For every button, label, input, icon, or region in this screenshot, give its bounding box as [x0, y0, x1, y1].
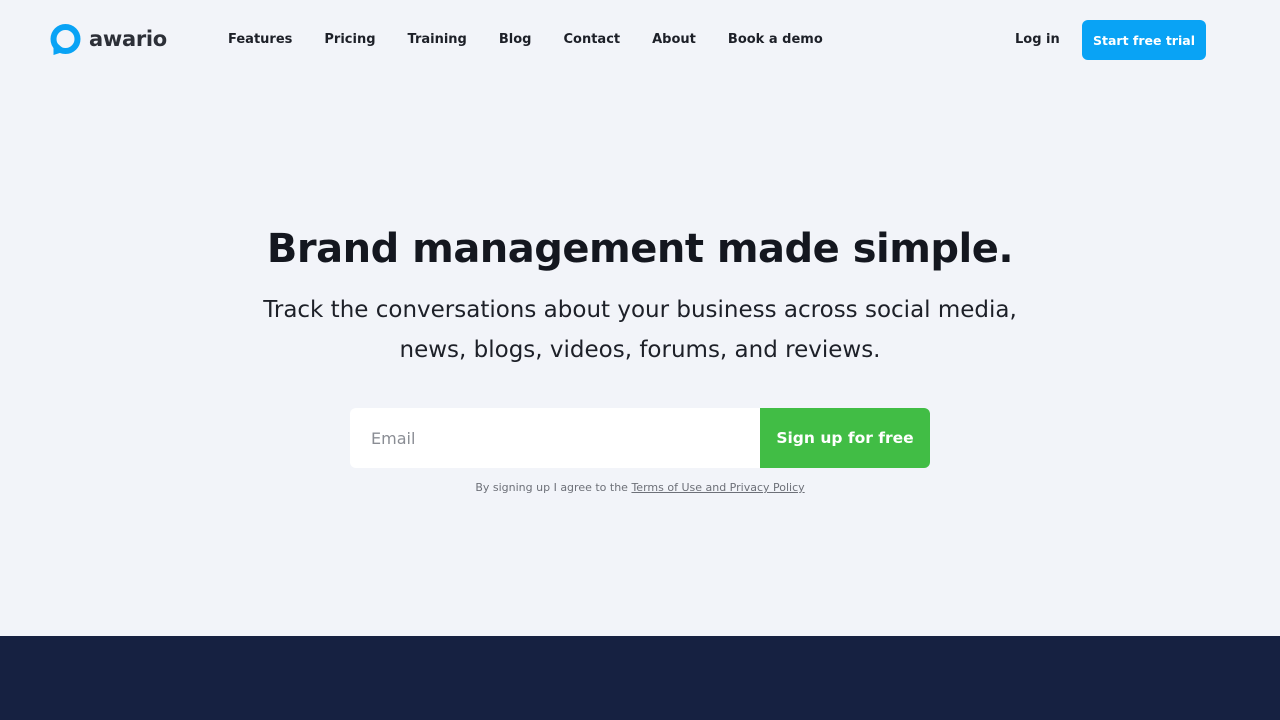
nav-about[interactable]: About: [652, 31, 696, 49]
email-input[interactable]: [350, 408, 760, 468]
logo-text: awario: [89, 26, 167, 51]
hero-subtitle: Track the conversations about your busin…: [240, 290, 1040, 370]
nav-features[interactable]: Features: [228, 31, 292, 49]
hero-subtitle-line-1: Track the conversations about your busin…: [263, 297, 1017, 323]
footer-band: [0, 636, 1280, 720]
nav-pricing[interactable]: Pricing: [324, 31, 375, 49]
hero-title: Brand management made simple.: [266, 226, 1014, 272]
signup-form: Sign up for free: [350, 408, 930, 468]
sign-up-button[interactable]: Sign up for free: [760, 408, 930, 468]
login-link[interactable]: Log in: [1015, 31, 1060, 49]
site-header: awario Features Pricing Training Blog Co…: [0, 0, 1280, 80]
terms-prefix: By signing up I agree to the: [475, 481, 628, 494]
nav-book-demo[interactable]: Book a demo: [728, 31, 823, 49]
nav-contact[interactable]: Contact: [563, 31, 620, 49]
nav-blog[interactable]: Blog: [499, 31, 532, 49]
hero-subtitle-line-2: news, blogs, videos, forums, and reviews…: [399, 337, 881, 363]
speech-bubble-q-icon: [50, 24, 81, 55]
nav-training[interactable]: Training: [408, 31, 467, 49]
start-free-trial-button[interactable]: Start free trial: [1082, 20, 1206, 60]
terms-notice: By signing up I agree to the Terms of Us…: [0, 480, 1280, 496]
logo-link[interactable]: awario: [50, 24, 167, 56]
main-nav: Features Pricing Training Blog Contact A…: [228, 31, 855, 49]
terms-link[interactable]: Terms of Use and Privacy Policy: [631, 481, 804, 494]
